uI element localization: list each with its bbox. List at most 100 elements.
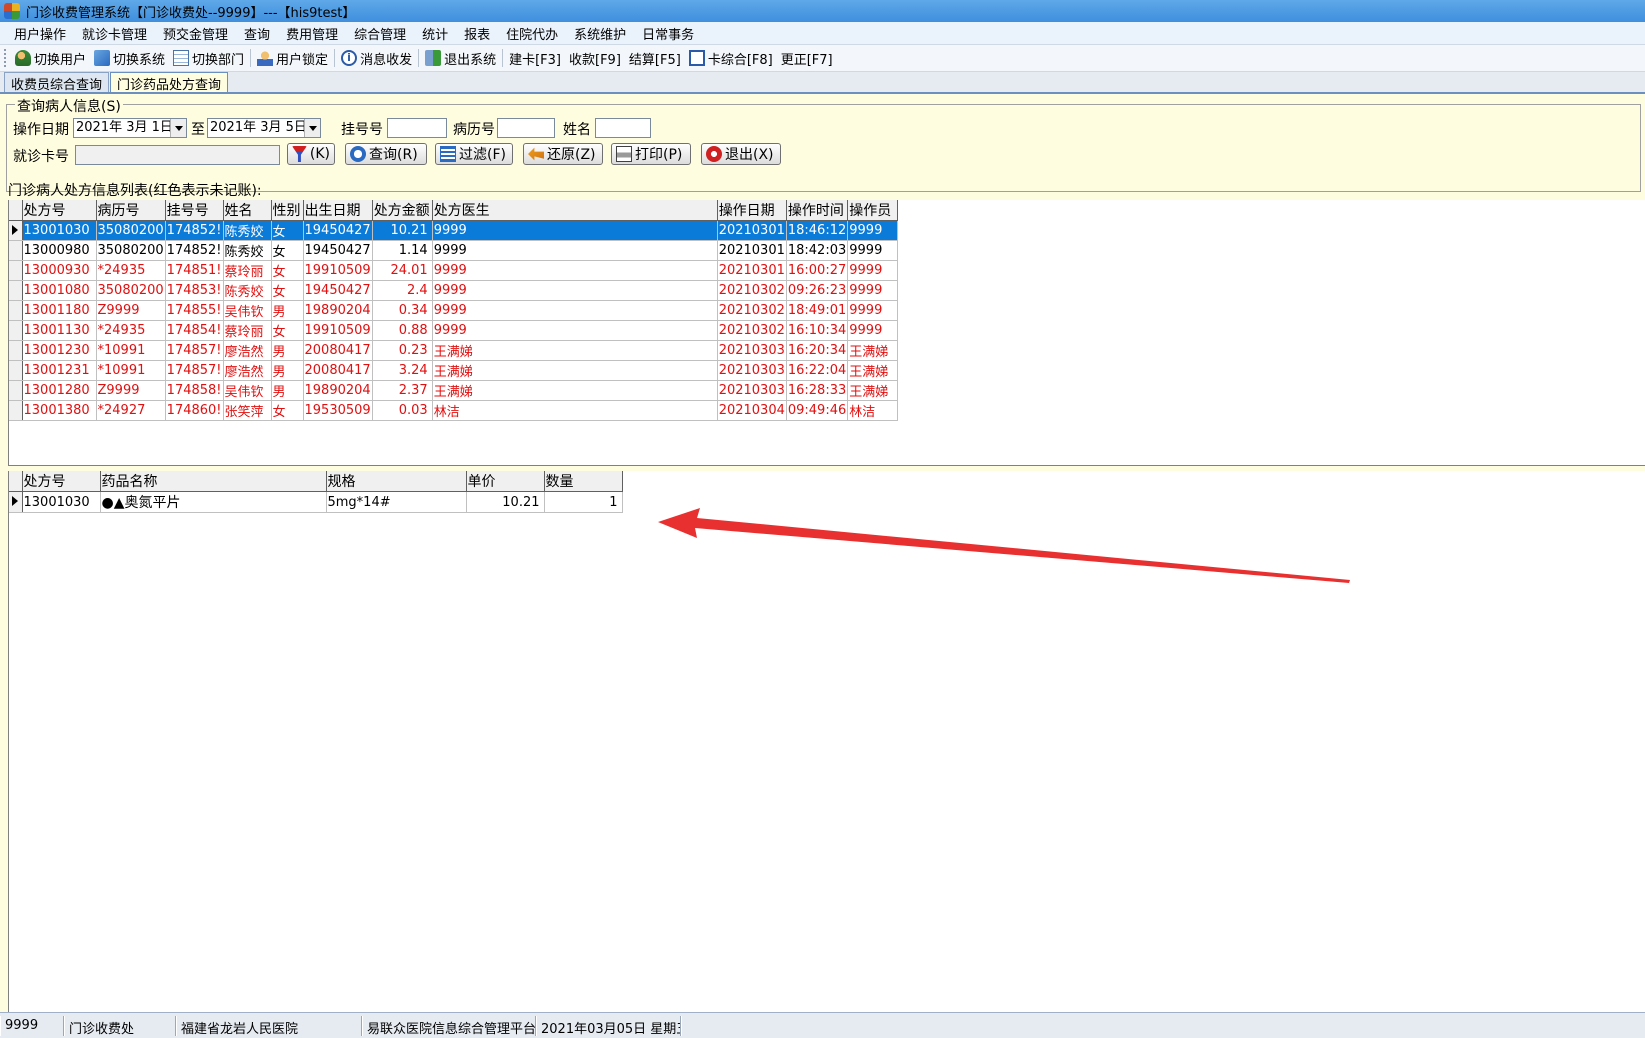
switch-system-button[interactable]: 切换系统 [90,47,169,69]
status-platform: 易联众医院信息综合管理平台 [362,1015,536,1036]
prescription-row[interactable]: 13001380 *24927 174860! 张笑萍女 19530509 0.03 林洁 2… [9,400,899,421]
settle-button[interactable]: 结算[F5] [625,47,685,69]
prescription-row[interactable]: 13001180 Z9999 174855! 吴伟钦男 19890204 0.34 9999… [9,300,899,321]
chevron-down-icon[interactable] [304,119,320,137]
row-indicator[interactable] [9,380,23,401]
build-card-button[interactable]: 建卡[F3] [505,47,565,69]
name-input[interactable] [595,118,651,138]
menu-fee-mgmt[interactable]: 费用管理 [278,24,346,43]
row-indicator[interactable] [9,260,23,281]
row-indicator[interactable] [9,220,23,241]
col-record-no[interactable]: 病历号 [96,200,166,221]
row-indicator[interactable] [9,400,23,421]
filter-button[interactable]: 过滤(F) [435,143,513,165]
row-indicator[interactable] [9,340,23,361]
col-operator[interactable]: 操作员 [847,200,899,221]
prescription-row[interactable]: 13001030 35080200 174852! 陈秀姣女 19450427 10.21… [9,220,899,241]
exit-button[interactable]: 退出(X) [701,143,781,165]
cell-operator: 林洁 [847,400,899,421]
cell-amount: 2.4 [372,280,433,301]
menu-query[interactable]: 查询 [236,24,278,43]
exit-system-button[interactable]: 退出系统 [421,47,500,69]
prescription-row[interactable]: 13000980 35080200 174852! 陈秀姣女 19450427 1.14 9… [9,240,899,261]
menu-card-mgmt[interactable]: 就诊卡管理 [74,24,155,43]
query-groupbox: 查询病人信息(S) 操作日期 2021年 3月 1日 至 2021年 3月 5日… [6,96,1641,192]
read-card-button[interactable]: (K) [287,143,335,165]
col-name[interactable]: 姓名 [223,200,272,221]
title-bar: 门诊收费管理系统【门诊收费处--9999】---【his9test】 [0,0,1645,22]
drug-row[interactable]: 13001030 ●▲奥氮平片 5mg*14# 10.21 1 [9,491,623,513]
col-op-date[interactable]: 操作日期 [717,200,787,221]
department-icon [173,50,190,66]
prescription-row[interactable]: 13000930 *24935 174851! 蔡玲丽女 19910509 24.01 99… [9,260,899,281]
restore-button[interactable]: 还原(Z) [523,143,603,165]
col-quantity[interactable]: 数量 [544,471,623,492]
row-indicator[interactable] [9,300,23,321]
cell-amount: 0.88 [372,320,433,341]
menu-reports[interactable]: 报表 [456,24,498,43]
col-sex[interactable]: 性别 [271,200,304,221]
row-filler [897,360,899,381]
col-doctor[interactable]: 处方医生 [432,200,718,221]
tab-cashier-query[interactable]: 收费员综合查询 [4,72,110,93]
record-no-input[interactable] [497,118,555,138]
cell-record-no: 35080200 [96,280,166,301]
date-to-picker[interactable]: 2021年 3月 5日 [207,118,321,138]
menu-inpatient-agent[interactable]: 住院代办 [498,24,566,43]
row-indicator[interactable] [9,491,23,513]
prescription-grid-area: 处方号 病历号 挂号号 姓名 性别 出生日期 处方金额 处方医生 操作日期 操作… [8,200,1645,466]
prescription-row[interactable]: 13001230 *10991 174857! 廖浩然男 20080417 0.23 王满娣… [9,340,899,361]
prescription-row[interactable]: 13001231 *10991 174857! 廖浩然男 20080417 3.24 王满娣… [9,360,899,381]
cell-op-date: 20210303 [717,340,787,361]
cell-sex: 女 [271,280,304,301]
cell-name: 张笑萍 [223,400,272,421]
cell-op-time: 16:00:27 [786,260,849,281]
status-hospital: 福建省龙岩人民医院 [176,1015,362,1036]
switch-dept-button[interactable]: 切换部门 [169,47,248,69]
menu-prepay-mgmt[interactable]: 预交金管理 [155,24,236,43]
charge-button[interactable]: 收款[F9] [565,47,625,69]
prescription-row[interactable]: 13001280 Z9999 174858! 吴伟钦男 19890204 2.37 王满娣 2… [9,380,899,401]
menu-statistics[interactable]: 统计 [414,24,456,43]
row-indicator[interactable] [9,320,23,341]
col-drug-prescription-no[interactable]: 处方号 [22,471,101,492]
col-reg-no[interactable]: 挂号号 [165,200,224,221]
cell-sex: 女 [271,400,304,421]
cell-op-date: 20210303 [717,360,787,381]
tab-drug-prescription-query[interactable]: 门诊药品处方查询 [110,72,229,93]
menu-system-maintenance[interactable]: 系统维护 [566,24,634,43]
col-op-time[interactable]: 操作时间 [786,200,849,221]
date-from-picker[interactable]: 2021年 3月 1日 [73,118,187,138]
print-button[interactable]: 打印(P) [611,143,691,165]
col-spec[interactable]: 规格 [326,471,467,492]
menu-general-mgmt[interactable]: 综合管理 [346,24,414,43]
message-button[interactable]: i 消息收发 [337,47,416,69]
card-no-input[interactable] [75,145,280,165]
filter-icon [440,146,456,162]
chevron-down-icon[interactable] [170,119,186,137]
reg-no-input[interactable] [387,118,447,138]
col-prescription-no[interactable]: 处方号 [22,200,97,221]
cell-doctor: 王满娣 [432,340,718,361]
cell-record-no: *24935 [96,320,166,341]
cell-sex: 男 [271,300,304,321]
col-drug-name[interactable]: 药品名称 [100,471,327,492]
toolbar-grip[interactable] [4,49,7,67]
row-indicator[interactable] [9,240,23,261]
col-birth-date[interactable]: 出生日期 [303,200,373,221]
prescription-row[interactable]: 13001080 35080200 174853! 陈秀姣女 19450427 2.4 99… [9,280,899,301]
menu-user-ops[interactable]: 用户操作 [6,24,74,43]
cell-reg-no: 174854! [165,320,224,341]
switch-user-button[interactable]: 切换用户 [11,47,90,69]
col-amount[interactable]: 处方金额 [372,200,433,221]
card-summary-button[interactable]: 卡综合[F8] [685,47,777,69]
row-indicator[interactable] [9,360,23,381]
row-indicator[interactable] [9,280,23,301]
correct-button[interactable]: 更正[F7] [777,47,837,69]
query-button[interactable]: 查询(R) [345,143,427,165]
prescription-row[interactable]: 13001130 *24935 174854! 蔡玲丽女 19910509 0.88 999… [9,320,899,341]
col-unit-price[interactable]: 单价 [466,471,545,492]
cell-reg-no: 174851! [165,260,224,281]
menu-daily-affairs[interactable]: 日常事务 [634,24,702,43]
user-lock-button[interactable]: 用户锁定 [253,47,332,69]
